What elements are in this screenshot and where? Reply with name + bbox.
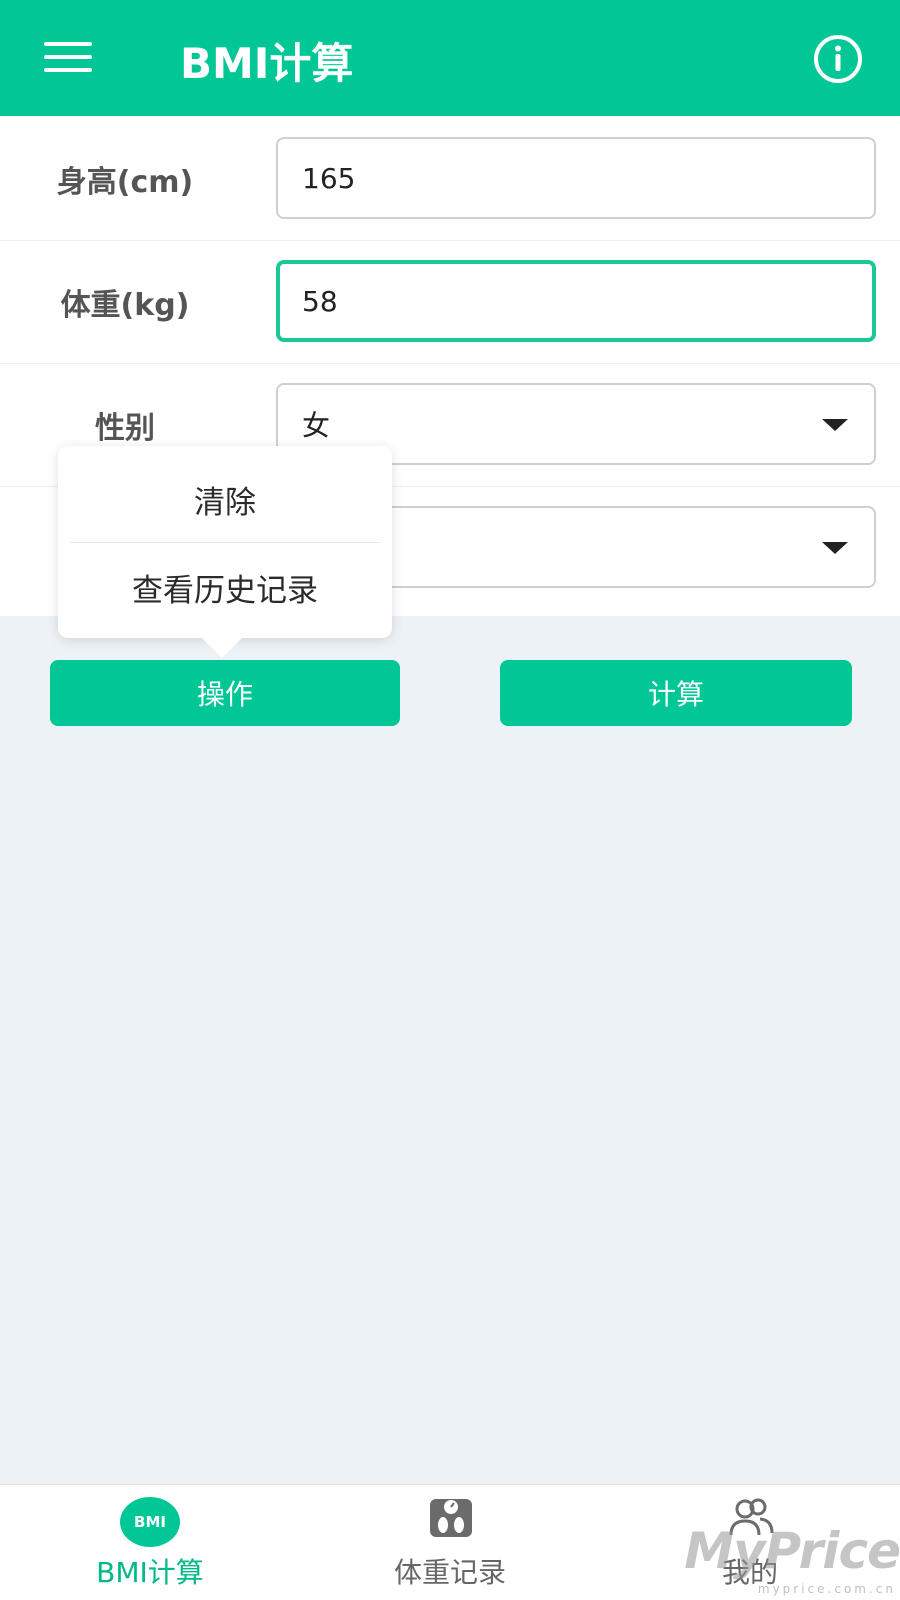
popover-divider xyxy=(70,542,380,543)
operations-button[interactable]: 操作 xyxy=(50,660,400,726)
scale-icon xyxy=(430,1499,472,1537)
weight-label: 体重(kg) xyxy=(60,287,190,323)
app-bar: BMI计算 xyxy=(0,0,900,116)
clear-menu-item[interactable]: 清除 xyxy=(58,456,392,542)
hamburger-menu-icon[interactable] xyxy=(44,40,92,74)
page-title: BMI计算 xyxy=(180,39,354,88)
height-label: 身高(cm) xyxy=(56,164,194,200)
operations-popover: 清除 查看历史记录 xyxy=(58,446,392,638)
view-history-menu-item[interactable]: 查看历史记录 xyxy=(58,544,392,630)
tab-bmi[interactable]: BMI BMI计算 xyxy=(0,1485,300,1600)
weight-row: 体重(kg) 58 xyxy=(0,239,900,364)
bottom-nav: BMI BMI计算 体重记录 我的 xyxy=(0,1484,900,1600)
height-input[interactable]: 165 xyxy=(276,137,876,219)
height-row: 身高(cm) 165 xyxy=(0,116,900,241)
info-icon[interactable] xyxy=(812,33,864,85)
caret-down-icon xyxy=(822,542,848,554)
tab-mine-label: 我的 xyxy=(721,1556,778,1589)
gender-select-value: 女 xyxy=(302,409,331,442)
bmi-badge-icon: BMI xyxy=(120,1497,180,1547)
users-icon xyxy=(729,1498,774,1536)
popover-arrow xyxy=(200,636,244,658)
caret-down-icon xyxy=(822,419,848,431)
tab-bmi-label: BMI计算 xyxy=(96,1556,204,1589)
weight-input[interactable]: 58 xyxy=(276,260,876,342)
tab-mine[interactable]: 我的 xyxy=(600,1485,900,1600)
tab-weight-record-label: 体重记录 xyxy=(393,1556,506,1589)
calculate-button[interactable]: 计算 xyxy=(500,660,852,726)
tab-weight-record[interactable]: 体重记录 xyxy=(300,1485,600,1600)
